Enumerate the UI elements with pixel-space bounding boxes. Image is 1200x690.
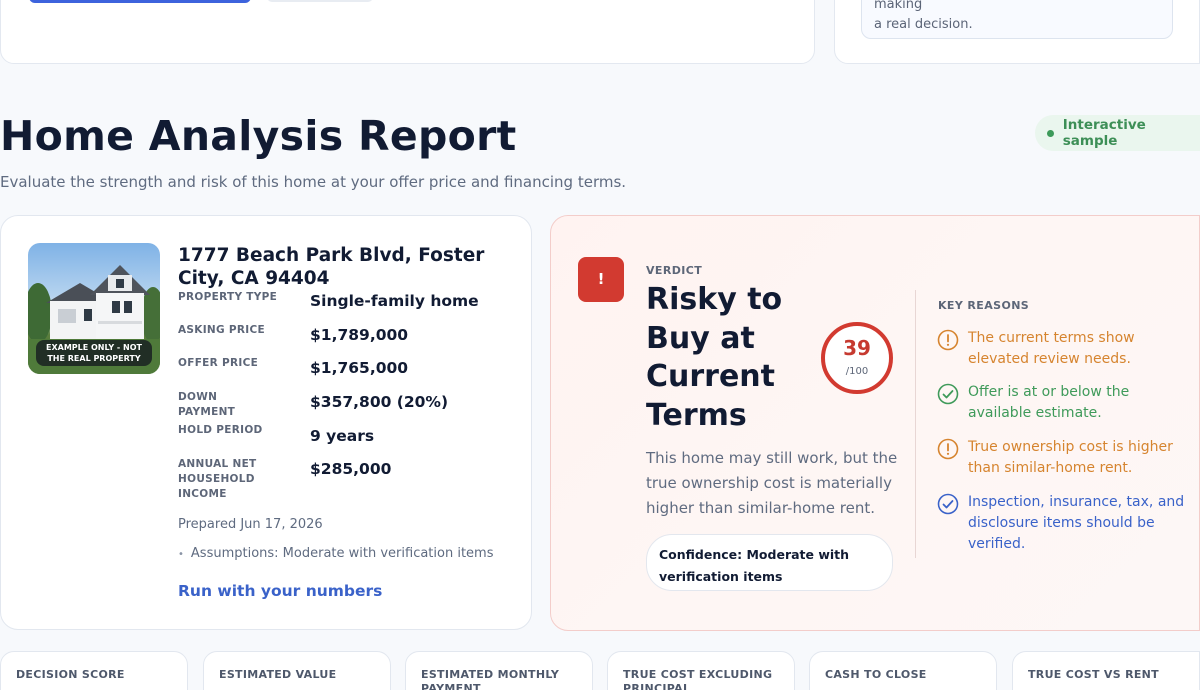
badge-label: Interactive sample [1062, 117, 1146, 149]
property-card: EXAMPLE ONLY - NOT THE REAL PROPERTY 177… [0, 215, 532, 630]
key-reason-text: Inspection, insurance, tax, and disclosu… [968, 494, 1185, 552]
page-subtitle: Evaluate the strength and risk of this h… [0, 173, 627, 191]
secondary-action-button[interactable] [267, 0, 373, 2]
offer-price-label: OFFER PRICE [178, 357, 259, 369]
alert-circle-icon [937, 438, 959, 460]
assumptions-item: • Assumptions: Moderate with verification… [178, 546, 494, 561]
key-reason-item: Offer is at or below the available estim… [937, 382, 1187, 424]
offer-price-value: $1,765,000 [310, 359, 409, 377]
alert-icon: ! [578, 257, 624, 302]
property-image: EXAMPLE ONLY - NOT THE REAL PROPERTY [28, 243, 160, 374]
household-income-value: $285,000 [310, 460, 392, 478]
property-type-value: Single-family home [310, 292, 479, 310]
image-label-line1: EXAMPLE ONLY - NOT [46, 343, 142, 352]
metric-label: TRUE COST VS RENT [1028, 668, 1159, 681]
key-reason-item: Inspection, insurance, tax, and disclosu… [937, 492, 1187, 555]
metric-card-estimated-value: ESTIMATED VALUE [203, 651, 391, 690]
example-image-label: EXAMPLE ONLY - NOT THE REAL PROPERTY [36, 340, 152, 366]
decision-score-value: 39 [843, 336, 871, 360]
check-circle-icon [937, 383, 959, 405]
metric-label: CASH TO CLOSE [825, 668, 927, 681]
metric-label: DECISION SCORE [16, 668, 125, 681]
verdict-eyebrow: VERDICT [646, 264, 703, 277]
key-reason-text: The current terms show elevated review n… [968, 330, 1135, 367]
top-side-card: Treat this as the verification list befo… [834, 0, 1200, 64]
page-title: Home Analysis Report [0, 112, 517, 160]
metric-card-cash-to-close: CASH TO CLOSE [809, 651, 997, 690]
household-income-label: ANNUAL NET HOUSEHOLD INCOME [178, 458, 257, 500]
metric-label: ESTIMATED VALUE [219, 668, 337, 681]
metric-label: TRUE COST EXCLUDING PRINCIPAL [623, 668, 773, 690]
metric-label: ESTIMATED MONTHLY PAYMENT [421, 668, 560, 690]
status-dot-icon [1047, 129, 1054, 137]
key-reason-item: True ownership cost is higher than simil… [937, 437, 1187, 479]
alert-circle-icon [937, 329, 959, 351]
down-payment-value: $357,800 (20%) [310, 393, 449, 411]
asking-price-label: ASKING PRICE [178, 324, 265, 336]
verification-note: Treat this as the verification list befo… [861, 0, 1173, 39]
verification-note-line1: Treat this as the verification list befo… [874, 0, 923, 12]
metric-card-true-cost-excluding-principal: TRUE COST EXCLUDING PRINCIPAL [607, 651, 795, 690]
asking-price-value: $1,789,000 [310, 326, 409, 344]
property-type-label: PROPERTY TYPE [178, 291, 278, 303]
run-with-your-numbers-link[interactable]: Run with your numbers [178, 582, 382, 600]
verdict-card: ! VERDICT Risky to Buy at Current Terms … [550, 215, 1200, 631]
prepared-date: Prepared Jun 17, 2026 [178, 517, 323, 532]
interactive-sample-badge: Interactive sample [1035, 115, 1200, 151]
metric-card-true-cost-vs-rent: TRUE COST VS RENT [1012, 651, 1200, 690]
key-reason-item: The current terms show elevated review n… [937, 328, 1187, 370]
verdict-description: This home may still work, but the true o… [646, 449, 898, 517]
confidence-pill: Confidence: Moderate with verification i… [646, 534, 893, 591]
bullet-icon: • [178, 549, 184, 560]
down-payment-label: DOWN PAYMENT [178, 391, 236, 418]
metric-card-estimated-monthly-payment: ESTIMATED MONTHLY PAYMENT [405, 651, 593, 690]
key-reason-text: Offer is at or below the available estim… [968, 384, 1130, 421]
assumptions-text: Assumptions: Moderate with verification … [190, 546, 494, 561]
verdict-divider [915, 290, 916, 558]
top-form-card [0, 0, 815, 64]
key-reason-text: True ownership cost is higher than simil… [968, 439, 1173, 476]
key-reasons-title: KEY REASONS [938, 299, 1030, 312]
verdict-title: Risky to Buy at Current Terms [646, 282, 783, 433]
hold-period-value: 9 years [310, 427, 375, 445]
metric-card-decision-score: DECISION SCORE [0, 651, 188, 690]
verification-note-line2: a real decision. [874, 17, 973, 32]
decision-score-max: /100 [845, 366, 869, 377]
image-label-line2: THE REAL PROPERTY [47, 354, 141, 363]
property-address: 1777 Beach Park Blvd, Foster City, CA 94… [178, 245, 485, 289]
check-circle-icon [937, 493, 959, 515]
hold-period-label: HOLD PERIOD [178, 424, 263, 436]
primary-action-button[interactable] [29, 0, 251, 3]
